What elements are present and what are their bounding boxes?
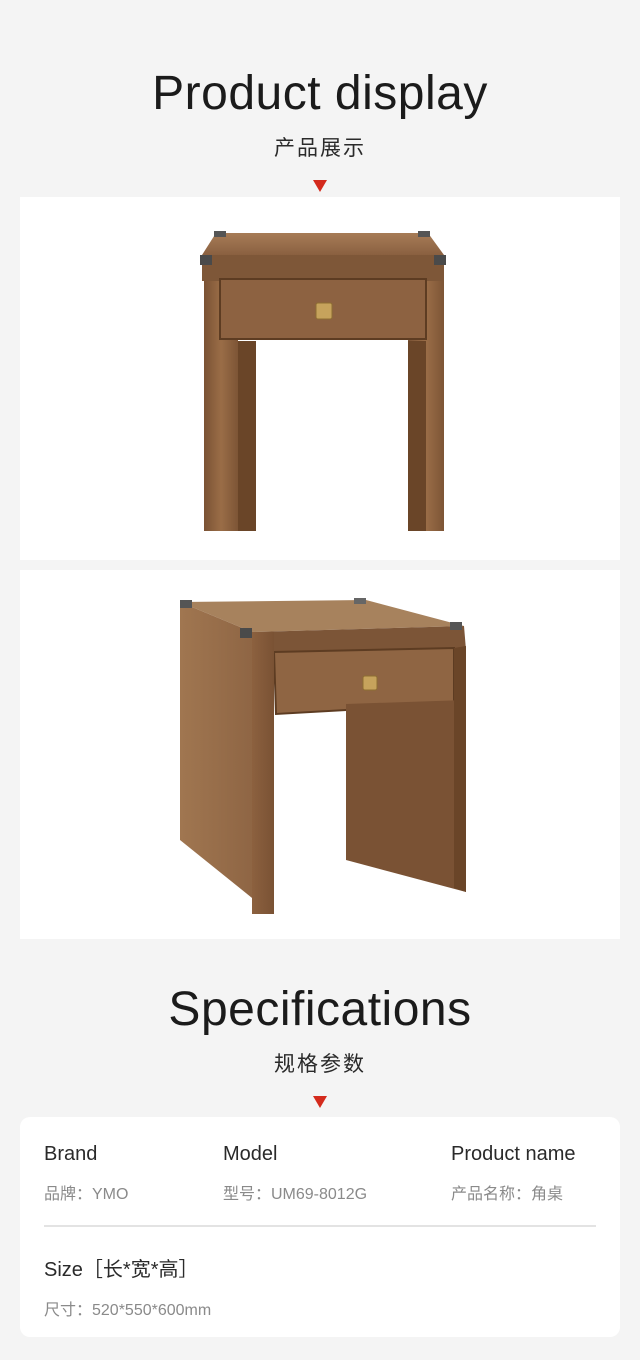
spec-value: 型号：UM69-8012G	[223, 1186, 368, 1203]
side-table-front-image	[200, 231, 446, 531]
divider	[44, 1225, 596, 1227]
spec-brand: Brand 品牌：YMO	[44, 1143, 128, 1204]
specifications-header: Specifications 规格参数	[0, 986, 640, 1108]
section-title-cn: 产品展示	[274, 137, 366, 160]
spec-label: Product name	[451, 1143, 576, 1165]
spec-value: 尺寸：520*550*600mm	[44, 1302, 212, 1319]
spec-label: Brand	[44, 1143, 98, 1165]
down-triangle-icon	[313, 1096, 327, 1108]
side-table-angle-image	[180, 598, 466, 914]
spec-model: Model 型号：UM69-8012G	[223, 1143, 367, 1204]
spec-label: Model	[223, 1143, 278, 1165]
spec-value: 产品名称：角桌	[451, 1186, 564, 1203]
spec-size: Size［长*宽*高］ 尺寸：520*550*600mm	[44, 1253, 211, 1320]
product-photo-front	[20, 197, 620, 560]
section-title-en: Product display	[152, 67, 488, 120]
product-display-header: Product display 产品展示	[0, 70, 640, 192]
down-triangle-icon	[313, 180, 327, 192]
product-photo-angle	[20, 570, 620, 939]
section-title-en: Specifications	[168, 983, 472, 1036]
section-title-cn: 规格参数	[274, 1053, 366, 1076]
spec-card: Brand 品牌：YMO Model 型号：UM69-8012G Product…	[20, 1117, 620, 1337]
spec-value: 品牌：YMO	[44, 1186, 129, 1203]
spec-label: Size［长*宽*高］	[44, 1259, 199, 1281]
spec-product-name: Product name 产品名称：角桌	[451, 1143, 576, 1204]
